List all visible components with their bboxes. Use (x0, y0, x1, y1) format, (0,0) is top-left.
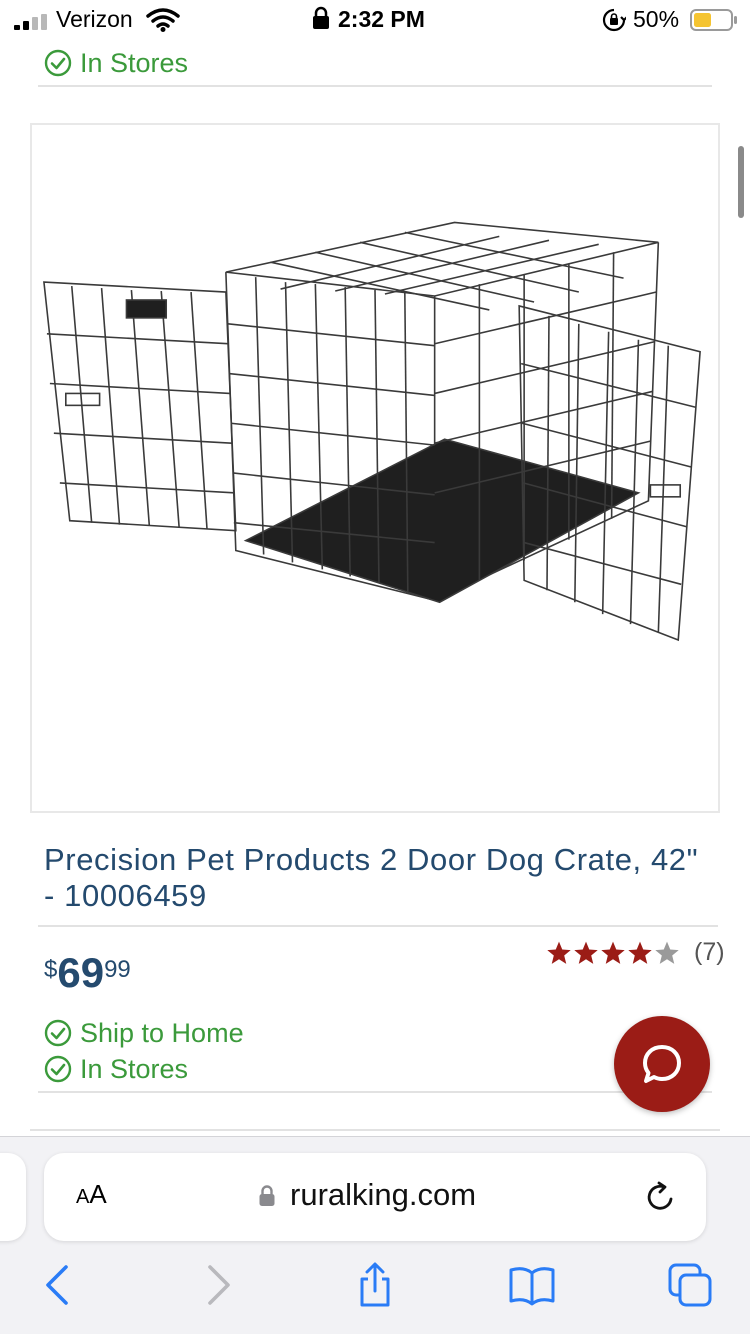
address-bar[interactable]: AA ruralking.com (44, 1153, 706, 1241)
divider (38, 925, 718, 927)
share-button[interactable] (347, 1257, 403, 1313)
price-dollars: 69 (57, 949, 105, 996)
next-card-edge (30, 1129, 720, 1131)
lock-icon (259, 1185, 275, 1206)
star-empty-icon (655, 941, 679, 964)
check-circle-icon (44, 1055, 72, 1083)
aa-big: A (89, 1179, 107, 1209)
status-bar: Verizon 2:32 PM 50% (0, 0, 750, 42)
star-filled-icon (547, 941, 571, 964)
battery-percentage: 50% (633, 6, 680, 32)
url-display[interactable]: ruralking.com (258, 1177, 476, 1213)
reload-icon[interactable] (644, 1179, 678, 1215)
chat-button[interactable] (614, 1016, 710, 1112)
chat-bubble-icon (643, 1045, 681, 1083)
availability-in-stores-previous: In Stores (44, 46, 188, 80)
chevron-right-icon (208, 1265, 230, 1305)
product-price: $ 69 99 (44, 950, 131, 996)
share-icon (360, 1262, 390, 1307)
availability-label: In Stores (80, 1053, 189, 1084)
bookmarks-button[interactable] (504, 1257, 560, 1313)
product-image[interactable] (30, 123, 720, 813)
forward-button[interactable] (190, 1257, 246, 1313)
lock-icon (313, 6, 329, 29)
rating-stars (546, 940, 680, 966)
previous-tab[interactable] (0, 1153, 26, 1241)
tabs-button[interactable] (662, 1257, 718, 1313)
chevron-left-icon (46, 1265, 68, 1305)
product-listing-page: Verizon 2:32 PM 50% In Stores Precision … (0, 0, 750, 1334)
star-filled-icon (574, 941, 598, 964)
divider (38, 85, 712, 87)
check-circle-icon (44, 49, 72, 77)
product-title[interactable]: Precision Pet Products 2 Door Dog Crate,… (44, 842, 714, 914)
availability-label: Ship to Home (80, 1017, 244, 1048)
price-currency: $ (44, 956, 58, 983)
product-rating[interactable]: (7) (546, 938, 725, 967)
url-text: ruralking.com (290, 1177, 477, 1212)
carrier-name: Verizon (56, 6, 133, 32)
divider (38, 1091, 712, 1093)
star-filled-icon (601, 941, 625, 964)
back-button[interactable] (30, 1257, 86, 1313)
availability-in-stores: In Stores (44, 1052, 188, 1086)
dog-crate-image (43, 221, 701, 642)
book-icon (509, 1267, 555, 1306)
rotation-lock-icon (602, 8, 626, 32)
battery-icon (690, 9, 737, 31)
review-count[interactable]: (7) (694, 938, 725, 967)
availability-label: In Stores (80, 47, 189, 78)
availability-ship-to-home: Ship to Home (44, 1016, 244, 1050)
page-scrollbar[interactable] (738, 146, 744, 218)
aa-small: A (76, 1186, 90, 1208)
clock: 2:32 PM (338, 6, 425, 32)
cell-signal-icon (14, 14, 47, 30)
star-filled-icon (628, 941, 652, 964)
wifi-icon (146, 8, 180, 32)
browser-toolbar: AA ruralking.com (0, 1136, 750, 1334)
page-settings-button[interactable]: AA (76, 1179, 107, 1210)
price-cents: 99 (104, 956, 131, 983)
check-circle-icon (44, 1019, 72, 1047)
tabs-icon (668, 1263, 712, 1307)
